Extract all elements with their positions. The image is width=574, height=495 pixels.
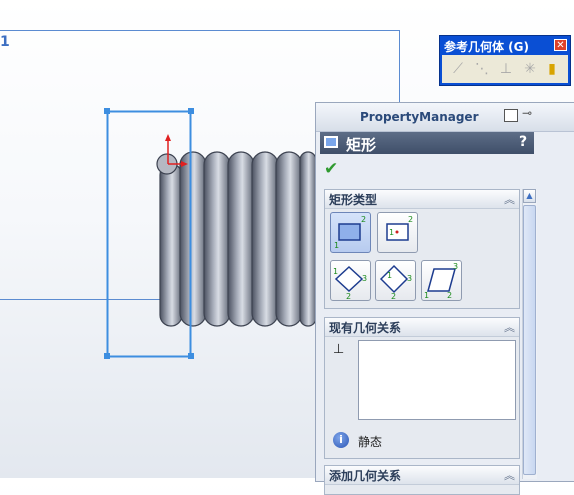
collapse-icon[interactable]: ︽: [504, 467, 515, 483]
3point-corner-rectangle-button[interactable]: 1 2 3: [330, 260, 371, 301]
spring-coil: [159, 163, 183, 327]
toolbar-title: 参考几何体 (G): [444, 40, 529, 54]
parallelogram-button[interactable]: 1 2 3: [421, 260, 462, 301]
plane-icon[interactable]: ⟋: [448, 59, 468, 79]
mate-reference-icon[interactable]: ▮: [542, 59, 562, 79]
center-rectangle-button[interactable]: 1 2: [377, 212, 418, 253]
spring-coil: [179, 151, 207, 327]
help-icon[interactable]: ?: [519, 134, 527, 150]
group-header[interactable]: 添加几何关系 ︽: [325, 466, 519, 485]
property-manager-title: PropertyManager: [360, 110, 479, 124]
center-rectangle-icon: 1 2: [386, 215, 413, 241]
close-icon[interactable]: ✕: [554, 39, 567, 51]
rect-corner-handle: [188, 108, 194, 114]
reference-geometry-toolbar[interactable]: 参考几何体 (G) ✕ ⟋ ⋱ ⊥ ✳ ▮: [439, 35, 571, 86]
group-title: 现有几何关系: [329, 321, 402, 335]
parallelogram-icon: 1 2 3: [424, 262, 458, 300]
property-manager: PropertyManager ⊸ 矩形 ? ✔ 矩形类型 ︽ 2 1 1 2: [315, 102, 574, 495]
rect-corner-handle: [104, 353, 110, 359]
rect-label-num: 2: [391, 292, 396, 300]
point-icon[interactable]: ✳: [520, 59, 540, 79]
relations-list[interactable]: [358, 340, 516, 420]
toolbar-body: ⟋ ⋱ ⊥ ✳ ▮: [442, 55, 568, 83]
group-title: 矩形类型: [329, 193, 378, 207]
rect-label-num: 2: [361, 215, 366, 224]
pin-icon[interactable]: ⊸: [522, 106, 532, 120]
scrollbar[interactable]: ▲: [522, 189, 537, 479]
3point-corner-rectangle-icon: 1 2 3: [333, 265, 367, 301]
scroll-up-icon[interactable]: ▲: [523, 189, 536, 203]
ok-button[interactable]: ✔: [324, 159, 338, 179]
property-manager-header: PropertyManager ⊸: [316, 103, 574, 132]
collapse-icon[interactable]: ︽: [504, 191, 515, 207]
feature-title-bar: 矩形 ?: [320, 132, 534, 154]
rect-label-num: 2: [346, 292, 351, 300]
rect-corner-handle: [104, 108, 110, 114]
expand-icon[interactable]: [504, 109, 518, 122]
rect-label-num: 3: [407, 274, 412, 283]
rectangle-type-group: 矩形类型 ︽ 2 1 1 2 1 2 3 1 2 3 1 2 3: [324, 189, 520, 309]
rect-label-num: 2: [408, 215, 413, 224]
rect-label-num: 1: [334, 241, 339, 250]
rect-label-num: 1: [333, 267, 338, 276]
add-relations-group: 添加几何关系 ︽: [324, 465, 520, 495]
3point-center-rectangle-icon: 1 2 3: [379, 264, 412, 301]
status-text: 静态: [358, 435, 383, 449]
rect-label-num: 1: [424, 291, 429, 300]
rect-label-num: 2: [447, 291, 452, 300]
rectangle-icon: [324, 136, 338, 148]
spring-coil: [251, 151, 279, 327]
group-header[interactable]: 现有几何关系 ︽: [325, 318, 519, 337]
3point-center-rectangle-button[interactable]: 1 2 3: [375, 260, 416, 301]
corner-rectangle-icon: 2 1: [334, 215, 366, 250]
rect-corner-handle: [188, 353, 194, 359]
collapse-icon[interactable]: ︽: [504, 319, 515, 335]
spring-coil: [227, 151, 255, 327]
scroll-thumb[interactable]: [523, 205, 536, 475]
feature-name: 矩形: [346, 136, 377, 154]
spring-coil: [203, 151, 231, 327]
group-header[interactable]: 矩形类型 ︽: [325, 190, 519, 209]
rect-label-num: 1: [389, 228, 394, 237]
spring-coil: [275, 151, 303, 327]
coordinate-system-icon[interactable]: ⊥: [496, 59, 516, 79]
corner-rectangle-button[interactable]: 2 1: [330, 212, 371, 253]
spring-coil: [299, 151, 317, 327]
relation-icon: ⊥: [333, 342, 345, 357]
rect-label-num: 3: [453, 262, 458, 271]
info-icon: i: [333, 432, 349, 448]
rect-label-num: 3: [362, 274, 367, 283]
existing-relations-group: 现有几何关系 ︽ ⊥ i 静态: [324, 317, 520, 459]
axis-icon[interactable]: ⋱: [472, 59, 492, 79]
rect-label-num: 1: [387, 271, 392, 280]
group-title: 添加几何关系: [329, 469, 402, 483]
